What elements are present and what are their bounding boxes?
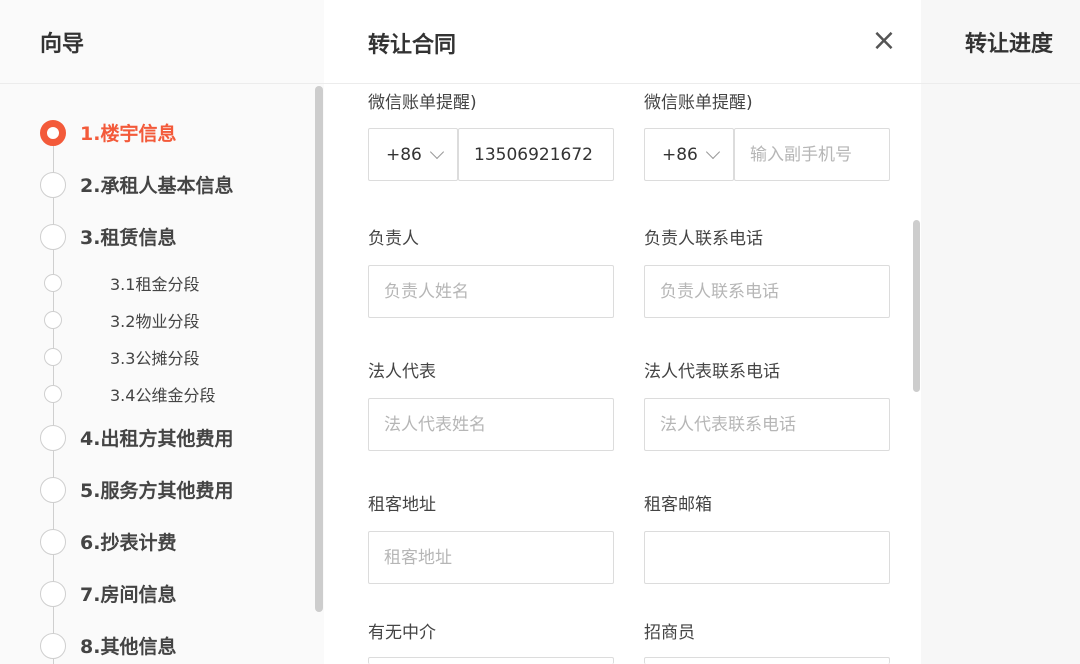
step-dot-icon (40, 223, 66, 250)
tenant-address-label: 租客地址 (368, 495, 436, 515)
step-6-meter-billing[interactable]: 6.抄表计费 (40, 528, 176, 555)
transfer-contract-modal: 转让合同 × 微信账单提醒) 微信账单提醒) +86 +86 负责人 负责人联系… (324, 0, 921, 664)
guide-panel: 向导 1.楼宇信息 2.承租人基本信息 3.租赁信息 3.1租金分段 3.2物业… (0, 0, 324, 664)
tenant-address-input[interactable] (368, 531, 614, 584)
modal-title: 转让合同 (368, 33, 457, 58)
wechat-reminder-label-right: 微信账单提醒) (644, 93, 753, 113)
substep-label: 3.2物业分段 (110, 312, 200, 331)
step-label: 8.其他信息 (80, 636, 177, 658)
step-dot-icon (40, 171, 66, 198)
substep-3-2-property-segments[interactable]: 3.2物业分段 (44, 308, 199, 332)
country-code-value: +86 (386, 144, 422, 165)
agent-label: 有无中介 (368, 623, 436, 643)
step-label: 3.租赁信息 (80, 227, 177, 249)
step-5-service-other-fees[interactable]: 5.服务方其他费用 (40, 476, 233, 503)
step-label: 5.服务方其他费用 (80, 480, 234, 502)
step-3-lease-info[interactable]: 3.租赁信息 (40, 223, 176, 250)
chevron-down-icon (429, 144, 444, 159)
chevron-down-icon (705, 144, 720, 159)
agent-select[interactable] (368, 657, 614, 664)
guide-scrollbar[interactable] (315, 86, 323, 612)
step-dot-icon (40, 424, 66, 451)
step-label: 4.出租方其他费用 (80, 428, 234, 450)
manager-phone-label: 负责人联系电话 (644, 229, 763, 249)
substep-dot-icon (44, 385, 62, 403)
legal-rep-phone-label: 法人代表联系电话 (644, 362, 780, 382)
transfer-contract-page: 向导 1.楼宇信息 2.承租人基本信息 3.租赁信息 3.1租金分段 3.2物业… (0, 0, 1080, 664)
progress-header: 转让进度 (921, 0, 1080, 84)
manager-label: 负责人 (368, 229, 419, 249)
modal-scrollbar[interactable] (913, 220, 920, 392)
step-label: 6.抄表计费 (80, 532, 177, 554)
substep-3-1-rent-segments[interactable]: 3.1租金分段 (44, 271, 199, 295)
secondary-phone-input[interactable] (734, 128, 890, 181)
legal-rep-name-input[interactable] (368, 398, 614, 451)
step-active-dot-icon (40, 119, 66, 146)
substep-dot-icon (44, 311, 62, 329)
guide-step-list: 1.楼宇信息 2.承租人基本信息 3.租赁信息 3.1租金分段 3.2物业分段 … (0, 84, 314, 664)
recruiter-label: 招商员 (644, 623, 695, 643)
substep-dot-icon (44, 348, 62, 366)
step-1-building-info[interactable]: 1.楼宇信息 (40, 119, 176, 146)
wechat-reminder-label-left: 微信账单提醒) (368, 93, 477, 113)
country-code-value: +86 (662, 144, 698, 165)
step-label: 1.楼宇信息 (80, 123, 177, 145)
manager-phone-input[interactable] (644, 265, 890, 318)
substep-label: 3.4公维金分段 (110, 386, 216, 405)
step-dot-icon (40, 632, 66, 659)
step-7-room-info[interactable]: 7.房间信息 (40, 580, 176, 607)
tenant-email-label: 租客邮箱 (644, 495, 712, 515)
guide-header: 向导 (0, 0, 324, 84)
substep-dot-icon (44, 274, 62, 292)
recruiter-select[interactable] (644, 657, 890, 664)
progress-title: 转让进度 (965, 31, 1054, 57)
step-dot-icon (40, 476, 66, 503)
close-icon[interactable]: × (871, 26, 897, 56)
modal-header: 转让合同 × (324, 0, 921, 84)
step-4-lessor-other-fees[interactable]: 4.出租方其他费用 (40, 424, 233, 451)
tenant-email-input[interactable] (644, 531, 890, 584)
manager-name-input[interactable] (368, 265, 614, 318)
country-code-select-main[interactable]: +86 (368, 128, 458, 181)
step-label: 2.承租人基本信息 (80, 175, 234, 197)
main-phone-input[interactable] (458, 128, 614, 181)
country-code-select-secondary[interactable]: +86 (644, 128, 734, 181)
legal-rep-label: 法人代表 (368, 362, 436, 382)
substep-label: 3.3公摊分段 (110, 349, 200, 368)
step-label: 7.房间信息 (80, 584, 177, 606)
progress-panel: 转让进度 (921, 0, 1080, 664)
substep-3-3-shared-segments[interactable]: 3.3公摊分段 (44, 345, 199, 369)
step-dot-icon (40, 528, 66, 555)
guide-title: 向导 (40, 31, 85, 57)
substep-label: 3.1租金分段 (110, 275, 200, 294)
step-8-other-info[interactable]: 8.其他信息 (40, 632, 176, 659)
step-dot-icon (40, 580, 66, 607)
legal-rep-phone-input[interactable] (644, 398, 890, 451)
substep-3-4-maintenance-fund-segments[interactable]: 3.4公维金分段 (44, 382, 215, 406)
step-2-tenant-basic-info[interactable]: 2.承租人基本信息 (40, 171, 233, 198)
